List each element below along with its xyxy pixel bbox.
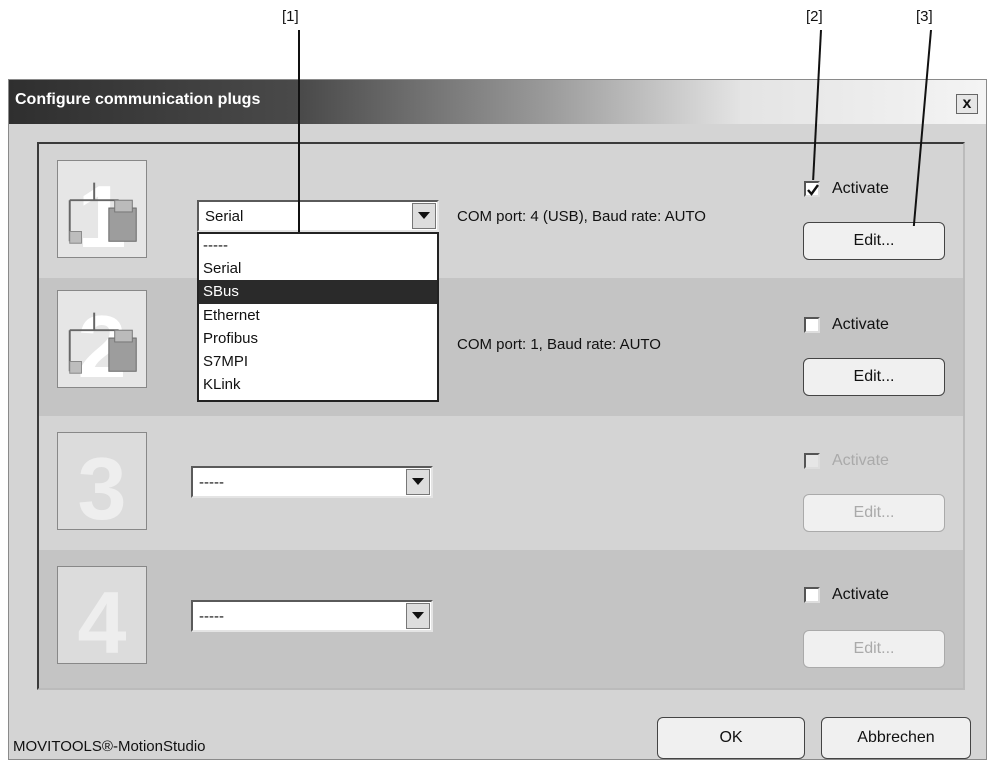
title-bar: Configure communication plugs x [9,80,986,124]
ok-button[interactable]: OK [657,717,805,759]
close-icon: x [962,95,972,112]
plug-3-type-select[interactable]: ----- [191,466,433,498]
chevron-down-icon[interactable] [406,603,430,629]
plug-4-activate-label: Activate [832,586,889,603]
plug-row-1: 1 Serial COM port: 4 (USB), Baud rate: A… [39,144,963,272]
plug-2-edit-button[interactable]: Edit... [803,358,945,396]
plug-1-info: COM port: 4 (USB), Baud rate: AUTO [457,208,706,225]
plug-2-info: COM port: 1, Baud rate: AUTO [457,336,661,353]
plug-type-dropdown-list: ----- Serial SBus Ethernet Profibus S7MP… [197,232,439,402]
dialog-title: Configure communication plugs [15,91,261,108]
plug-row-4: 4 ----- Activate Edit... [39,550,963,688]
plug-4-icon: 4 [57,566,147,672]
checkmark-icon [807,184,819,196]
svg-text:4: 4 [78,573,127,663]
plug-1-activate-label: Activate [832,180,889,197]
chevron-down-icon[interactable] [412,203,436,229]
dialog-footer: MOVITOOLS®-MotionStudio OK Abbrechen [9,702,986,759]
plug-3-icon: 3 [57,432,147,538]
dropdown-option[interactable]: KLink [199,373,437,396]
plug-2-icon: 2 [57,290,147,396]
chevron-down-icon[interactable] [406,469,430,495]
dropdown-option[interactable]: S7MPI [199,350,437,373]
plug-3-edit-button[interactable]: Edit... [803,494,945,532]
close-button[interactable]: x [956,94,978,114]
plug-1-edit-button[interactable]: Edit... [803,222,945,260]
dropdown-option-highlighted[interactable]: SBus [199,280,437,304]
plug-1-icon: 1 [57,160,147,266]
dropdown-option[interactable]: Profibus [199,327,437,350]
callout-3: [3] [916,8,933,25]
plugs-group: 1 Serial COM port: 4 (USB), Baud rate: A… [37,142,965,690]
cancel-button[interactable]: Abbrechen [821,717,971,759]
plug-row-2: 2 COM port: 1, Baud rate: AUTO Activate … [39,278,963,416]
callout-1: [1] [282,8,299,25]
plug-1-type-value: Serial [205,208,244,225]
dropdown-option[interactable]: Ethernet [199,304,437,327]
plug-row-3: 3 ----- Activate Edit... [39,416,963,550]
configure-plugs-dialog: Configure communication plugs x 1 Serial… [8,79,987,760]
plug-2-activate-label: Activate [832,316,889,333]
svg-text:3: 3 [78,439,127,529]
plug-1-type-select[interactable]: Serial [197,200,439,232]
brand-label: MOVITOOLS®-MotionStudio [13,738,206,755]
dropdown-option[interactable]: ----- [199,234,437,257]
plug-3-activate-label: Activate [832,452,889,469]
plug-4-edit-button[interactable]: Edit... [803,630,945,668]
dropdown-option[interactable]: Serial [199,257,437,280]
plug-3-type-value: ----- [199,474,224,491]
callout-2: [2] [806,8,823,25]
plug-4-type-value: ----- [199,608,224,625]
plug-4-type-select[interactable]: ----- [191,600,433,632]
